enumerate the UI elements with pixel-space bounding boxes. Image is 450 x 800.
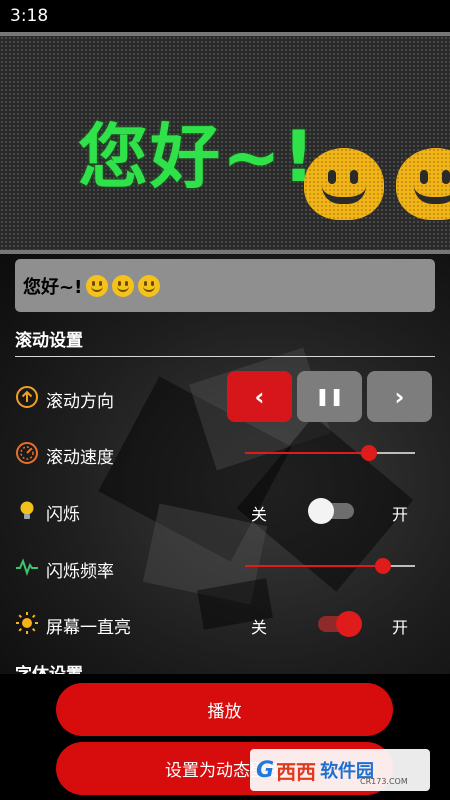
screen-always-on-label: 屏幕一直亮	[46, 618, 131, 638]
speedometer-icon	[16, 442, 38, 464]
watermark-sub: CR173.COM	[360, 777, 408, 786]
divider	[15, 356, 435, 357]
watermark-g-logo: G	[256, 757, 275, 783]
smiley-emoji-icon	[138, 274, 161, 297]
screen-always-on-toggle-knob	[336, 611, 362, 637]
arrow-up-circle-icon	[16, 386, 38, 408]
scroll-pause-button[interactable]: ❚❚	[297, 371, 362, 422]
scroll-left-button[interactable]: ‹	[227, 371, 292, 422]
screen-on-off-label: 关	[251, 618, 268, 637]
watermark-brand-a: 西西	[276, 759, 317, 784]
scroll-right-button[interactable]: ›	[367, 371, 432, 422]
blink-on-label: 开	[392, 505, 409, 524]
blink-frequency-slider-thumb[interactable]	[374, 558, 391, 574]
display-text-input[interactable]: 您好~!	[15, 259, 435, 312]
led-text: 您好~!	[78, 116, 317, 198]
led-smiley-icon	[396, 148, 450, 220]
scroll-speed-slider-thumb[interactable]	[361, 445, 378, 461]
display-text-value: 您好~!	[23, 276, 83, 298]
blink-frequency-slider-fill	[245, 565, 383, 567]
font-settings-title: 字体设置	[15, 660, 83, 674]
blink-label: 闪烁	[46, 505, 80, 525]
pause-icon: ❚❚	[315, 386, 344, 407]
smiley-emoji-icon	[86, 274, 109, 297]
lightbulb-icon	[20, 501, 34, 519]
scroll-speed-label: 滚动速度	[46, 448, 114, 468]
led-smiley-icon	[304, 148, 384, 220]
led-preview: 您好~!	[0, 32, 450, 254]
blink-off-label: 关	[251, 505, 268, 524]
scroll-direction-label: 滚动方向	[46, 392, 114, 412]
sun-icon	[16, 612, 38, 634]
smiley-emoji-icon	[112, 274, 135, 297]
status-time: 3:18	[10, 6, 49, 26]
status-bar: 3:18	[0, 0, 450, 32]
scroll-settings-title: 滚动设置	[15, 331, 83, 351]
scroll-speed-slider-fill	[245, 452, 370, 454]
blink-toggle-knob	[308, 498, 334, 524]
chevron-left-icon: ‹	[254, 382, 265, 411]
play-button[interactable]: 播放	[56, 683, 393, 736]
scroll-speed-slider[interactable]	[245, 445, 415, 461]
settings-panel: 您好~! 滚动设置 滚动方向 ‹ ❚❚ › 滚动速度 闪烁 关 开 闪烁频率 屏…	[0, 254, 450, 674]
watermark-logo: G 西西 软件园 CR173.COM	[250, 749, 430, 791]
screen-always-on-toggle[interactable]	[318, 611, 362, 637]
screen-on-on-label: 开	[392, 618, 409, 637]
blink-toggle[interactable]	[308, 498, 354, 524]
blink-frequency-label: 闪烁频率	[46, 562, 114, 582]
blink-frequency-slider[interactable]	[245, 558, 415, 574]
chevron-right-icon: ›	[394, 382, 405, 411]
pulse-wave-icon	[16, 558, 38, 576]
play-button-label: 播放	[207, 702, 242, 722]
